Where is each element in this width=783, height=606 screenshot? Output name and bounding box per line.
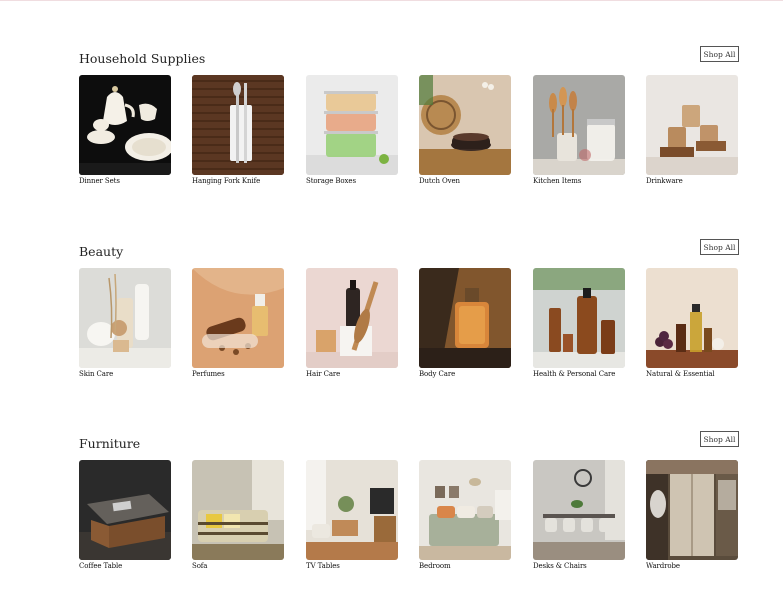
- dinner-set-image: [79, 75, 171, 175]
- section-title: Furniture: [79, 436, 141, 451]
- category-label: Kitchen Items: [533, 177, 582, 185]
- category-label: Skin Care: [79, 370, 114, 378]
- dutch-oven-image: [419, 75, 511, 175]
- category-label: Health & Personal Care: [533, 370, 616, 378]
- storage-boxes-image: [306, 75, 398, 175]
- category-card-natural-essential[interactable]: Natural & Essential: [646, 268, 738, 378]
- category-label: Coffee Table: [79, 562, 123, 570]
- fork-knife-image: [192, 75, 284, 175]
- shop-all-button[interactable]: Shop All: [700, 431, 739, 447]
- category-label: TV Tables: [306, 562, 340, 570]
- category-card-drinkware[interactable]: Drinkware: [646, 75, 738, 185]
- category-card-hair-care[interactable]: Hair Care: [306, 268, 398, 378]
- kitchen-items-image: [533, 75, 625, 175]
- category-card-coffee-table[interactable]: Coffee Table: [79, 460, 171, 570]
- category-label: Drinkware: [646, 177, 683, 185]
- skin-care-image: [79, 268, 171, 368]
- category-card-wardrobe[interactable]: Wardrobe: [646, 460, 738, 570]
- category-label: Dinner Sets: [79, 177, 120, 185]
- category-label: Perfumes: [192, 370, 225, 378]
- category-label: Natural & Essential: [646, 370, 715, 378]
- category-card-tv-tables[interactable]: TV Tables: [306, 460, 398, 570]
- category-card-sofa[interactable]: Sofa: [192, 460, 284, 570]
- desks-chairs-image: [533, 460, 625, 560]
- section-title: Beauty: [79, 244, 124, 259]
- top-divider: [0, 0, 783, 1]
- category-card-health-personal-care[interactable]: Health & Personal Care: [533, 268, 625, 378]
- tv-tables-image: [306, 460, 398, 560]
- category-label: Hair Care: [306, 370, 341, 378]
- shop-all-button[interactable]: Shop All: [700, 46, 739, 62]
- category-label: Bedroom: [419, 562, 451, 570]
- category-card-bedroom[interactable]: Bedroom: [419, 460, 511, 570]
- category-label: Body Care: [419, 370, 456, 378]
- category-card-perfumes[interactable]: Perfumes: [192, 268, 284, 378]
- category-label: Desks & Chairs: [533, 562, 587, 570]
- category-card-dinner-sets[interactable]: Dinner Sets: [79, 75, 171, 185]
- category-label: Dutch Oven: [419, 177, 460, 185]
- perfumes-image: [192, 268, 284, 368]
- category-grid: Skin Care Perfumes Hair Care Body Care H…: [79, 268, 739, 386]
- category-card-hanging-fork-knife[interactable]: Hanging Fork Knife: [192, 75, 284, 185]
- category-card-skin-care[interactable]: Skin Care: [79, 268, 171, 378]
- category-grid: Coffee Table Sofa TV Tables Bedroom Desk…: [79, 460, 739, 578]
- category-label: Hanging Fork Knife: [192, 177, 261, 185]
- sofa-image: [192, 460, 284, 560]
- category-card-body-care[interactable]: Body Care: [419, 268, 511, 378]
- category-card-dutch-oven[interactable]: Dutch Oven: [419, 75, 511, 185]
- health-personal-care-image: [533, 268, 625, 368]
- section-title: Household Supplies: [79, 51, 206, 66]
- category-card-storage-boxes[interactable]: Storage Boxes: [306, 75, 398, 185]
- body-care-image: [419, 268, 511, 368]
- natural-essential-image: [646, 268, 738, 368]
- category-label: Wardrobe: [646, 562, 680, 570]
- wardrobe-image: [646, 460, 738, 560]
- category-label: Storage Boxes: [306, 177, 356, 185]
- shop-all-button[interactable]: Shop All: [700, 239, 739, 255]
- category-label: Sofa: [192, 562, 208, 570]
- category-grid: Dinner Sets Hanging Fork Knife Storage B…: [79, 75, 739, 193]
- drinkware-image: [646, 75, 738, 175]
- coffee-table-image: [79, 460, 171, 560]
- bedroom-image: [419, 460, 511, 560]
- hair-care-image: [306, 268, 398, 368]
- category-card-desks-chairs[interactable]: Desks & Chairs: [533, 460, 625, 570]
- category-card-kitchen-items[interactable]: Kitchen Items: [533, 75, 625, 185]
